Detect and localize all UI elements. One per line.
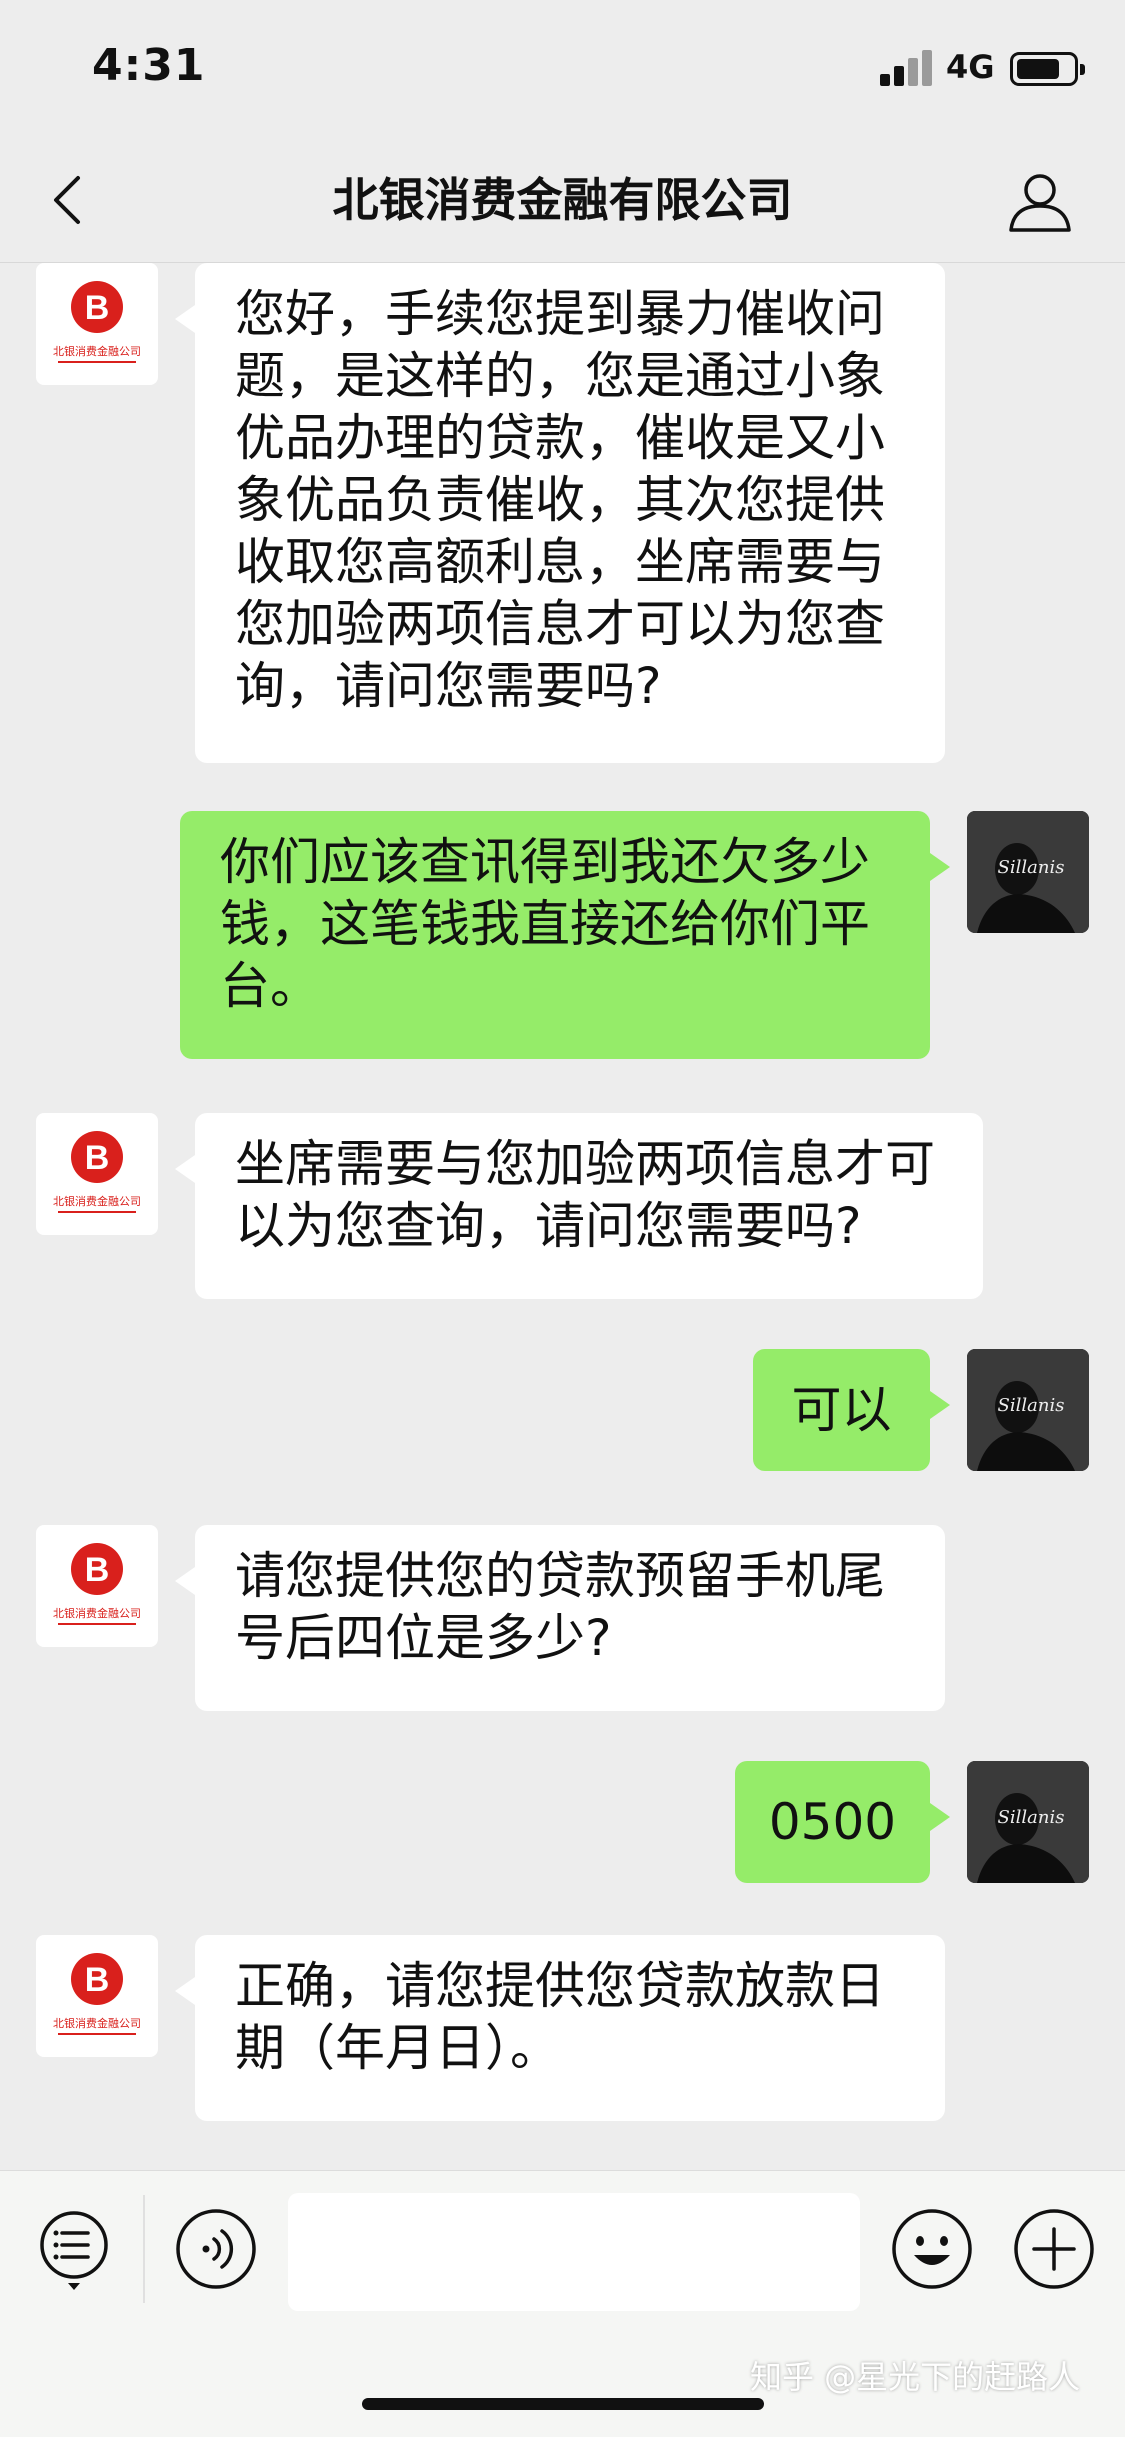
user-avatar-icon: Sillanis bbox=[967, 811, 1089, 933]
nav-bar: 北银消费金融有限公司 bbox=[0, 140, 1125, 263]
svg-text:B: B bbox=[85, 1551, 110, 1589]
user-avatar-icon: Sillanis bbox=[967, 1349, 1089, 1471]
message-bubble[interactable]: 您好，手续您提到暴力催收问题，是这样的，您是通过小象优品办理的贷款，催收是又小象… bbox=[175, 263, 945, 763]
voice-icon[interactable] bbox=[174, 2207, 258, 2291]
svg-text:B: B bbox=[85, 1961, 110, 1999]
user-avatar[interactable]: Sillanis bbox=[967, 1349, 1089, 1471]
svg-text:B: B bbox=[85, 1139, 110, 1177]
home-indicator[interactable] bbox=[362, 2398, 764, 2410]
message-input[interactable] bbox=[288, 2193, 860, 2311]
bank-logo-icon: B 北银消费金融公司 bbox=[53, 1953, 141, 2035]
message-bubble[interactable]: 坐席需要与您加验两项信息才可以为您查询，请问您需要吗? bbox=[175, 1113, 983, 1299]
svg-text:北银消费金融公司: 北银消费金融公司 bbox=[53, 1194, 141, 1208]
bank-avatar[interactable]: B 北银消费金融公司 bbox=[36, 263, 158, 385]
message-bubble[interactable]: 你们应该查讯得到我还欠多少钱，这笔钱我直接还给你们平台。 bbox=[180, 811, 950, 1059]
message-bubble[interactable]: 0500 bbox=[735, 1761, 950, 1883]
status-bar: 4:31 4G bbox=[0, 0, 1125, 140]
message-bubble[interactable]: 可以 bbox=[753, 1349, 950, 1471]
input-divider bbox=[143, 2195, 145, 2303]
network-label: 4G bbox=[946, 48, 995, 86]
user-avatar-icon: Sillanis bbox=[967, 1761, 1089, 1883]
bank-avatar[interactable]: B 北银消费金融公司 bbox=[36, 1525, 158, 1647]
bank-logo-text: 北银消费金融公司 bbox=[53, 344, 141, 358]
status-time: 4:31 bbox=[92, 40, 206, 91]
message-bubble[interactable]: 正确，请您提供您贷款放款日期（年月日）。 bbox=[175, 1935, 945, 2121]
profile-icon[interactable] bbox=[1005, 168, 1075, 234]
chat-area[interactable]: B 北银消费金融公司 您好，手续您提到暴力催收问题，是这样的，您是通过小象优品办… bbox=[0, 263, 1125, 2170]
bank-logo-icon: B 北银消费金融公司 bbox=[53, 1543, 141, 1625]
menu-icon[interactable] bbox=[32, 2207, 116, 2291]
battery-icon bbox=[1010, 52, 1085, 86]
emoji-icon[interactable] bbox=[890, 2207, 974, 2291]
watermark-text: 知乎 @星光下的赶路人 bbox=[750, 2358, 1081, 2396]
svg-text:Sillanis: Sillanis bbox=[998, 857, 1065, 878]
svg-text:北银消费金融公司: 北银消费金融公司 bbox=[53, 2016, 141, 2030]
user-avatar[interactable]: Sillanis bbox=[967, 1761, 1089, 1883]
bank-avatar[interactable]: B 北银消费金融公司 bbox=[36, 1113, 158, 1235]
back-icon[interactable] bbox=[40, 170, 100, 230]
signal-icon bbox=[880, 50, 936, 86]
svg-text:北银消费金融公司: 北银消费金融公司 bbox=[53, 1606, 141, 1620]
bank-avatar[interactable]: B 北银消费金融公司 bbox=[36, 1935, 158, 2057]
message-bubble[interactable]: 请您提供您的贷款预留手机尾号后四位是多少? bbox=[175, 1525, 945, 1711]
chat-title: 北银消费金融有限公司 bbox=[332, 173, 793, 227]
user-avatar[interactable]: Sillanis bbox=[967, 811, 1089, 933]
svg-text:Sillanis: Sillanis bbox=[998, 1395, 1065, 1416]
svg-text:B: B bbox=[85, 289, 110, 327]
plus-icon[interactable] bbox=[1012, 2207, 1096, 2291]
bank-logo-icon: B 北银消费金融公司 bbox=[53, 1131, 141, 1213]
bank-logo-icon: B 北银消费金融公司 bbox=[53, 281, 141, 363]
svg-text:Sillanis: Sillanis bbox=[998, 1807, 1065, 1828]
